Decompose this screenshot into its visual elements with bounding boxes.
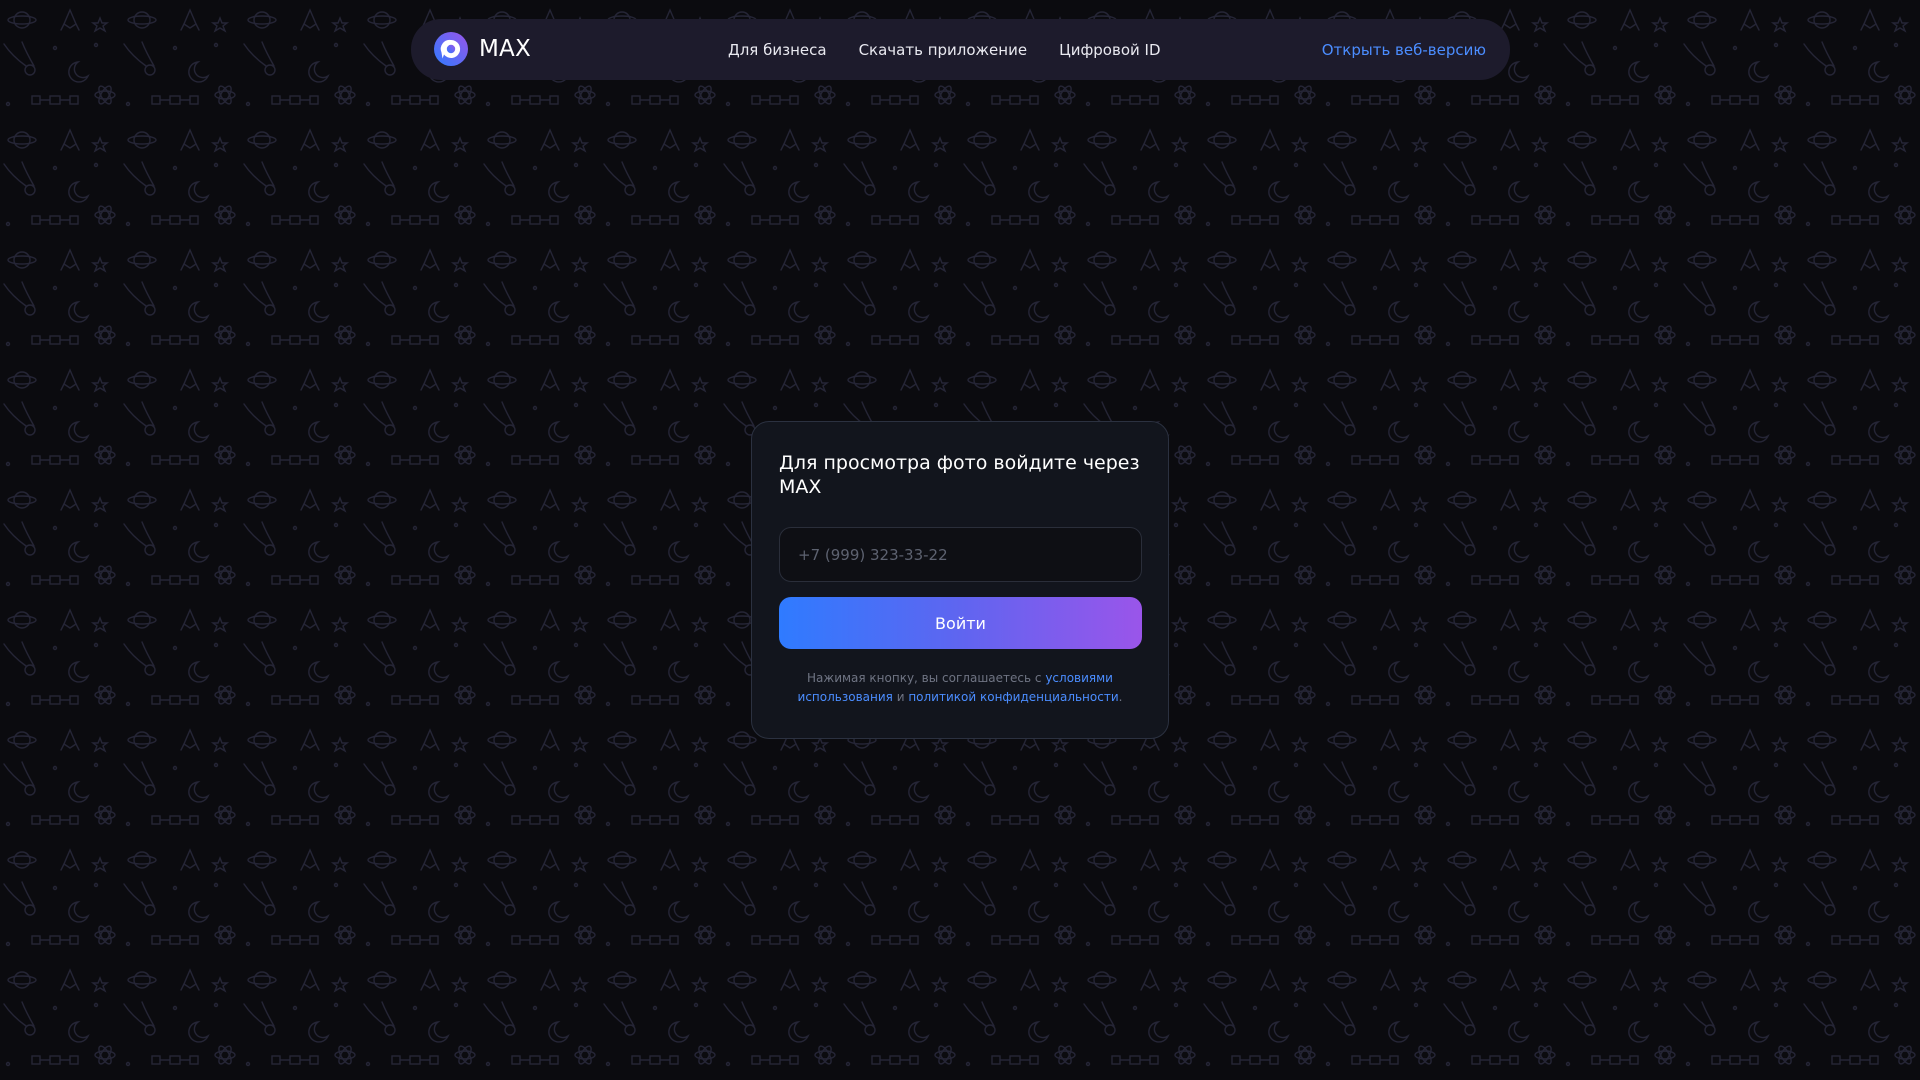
phone-input[interactable] [779, 527, 1142, 582]
max-logo-icon [434, 32, 468, 66]
legal-prefix: Нажимая кнопку, вы соглашаетесь с [807, 671, 1042, 685]
main-nav: Для бизнеса Скачать приложение Цифровой … [728, 19, 1193, 80]
legal-conjunction: и [896, 690, 905, 704]
login-button[interactable]: Войти [779, 597, 1142, 649]
logo-text: MAX [479, 36, 531, 62]
legal-suffix: . [1118, 690, 1123, 704]
nav-link-digital-id[interactable]: Цифровой ID [1059, 41, 1160, 59]
nav-link-download-app[interactable]: Скачать приложение [859, 41, 1028, 59]
nav-link-business[interactable]: Для бизнеса [728, 41, 827, 59]
login-card: Для просмотра фото войдите через MAX Вой… [751, 421, 1169, 739]
legal-notice: Нажимая кнопку, вы соглашаетесь с услови… [779, 669, 1141, 707]
max-logo[interactable]: MAX [433, 31, 531, 67]
privacy-policy-link[interactable]: политикой конфиденциальности [908, 690, 1118, 704]
login-card-title: Для просмотра фото войдите через MAX [779, 452, 1140, 498]
top-navigation-bar: MAX Для бизнеса Скачать приложение Цифро… [411, 19, 1510, 80]
open-web-version-link[interactable]: Открыть веб-версию [1322, 19, 1486, 80]
